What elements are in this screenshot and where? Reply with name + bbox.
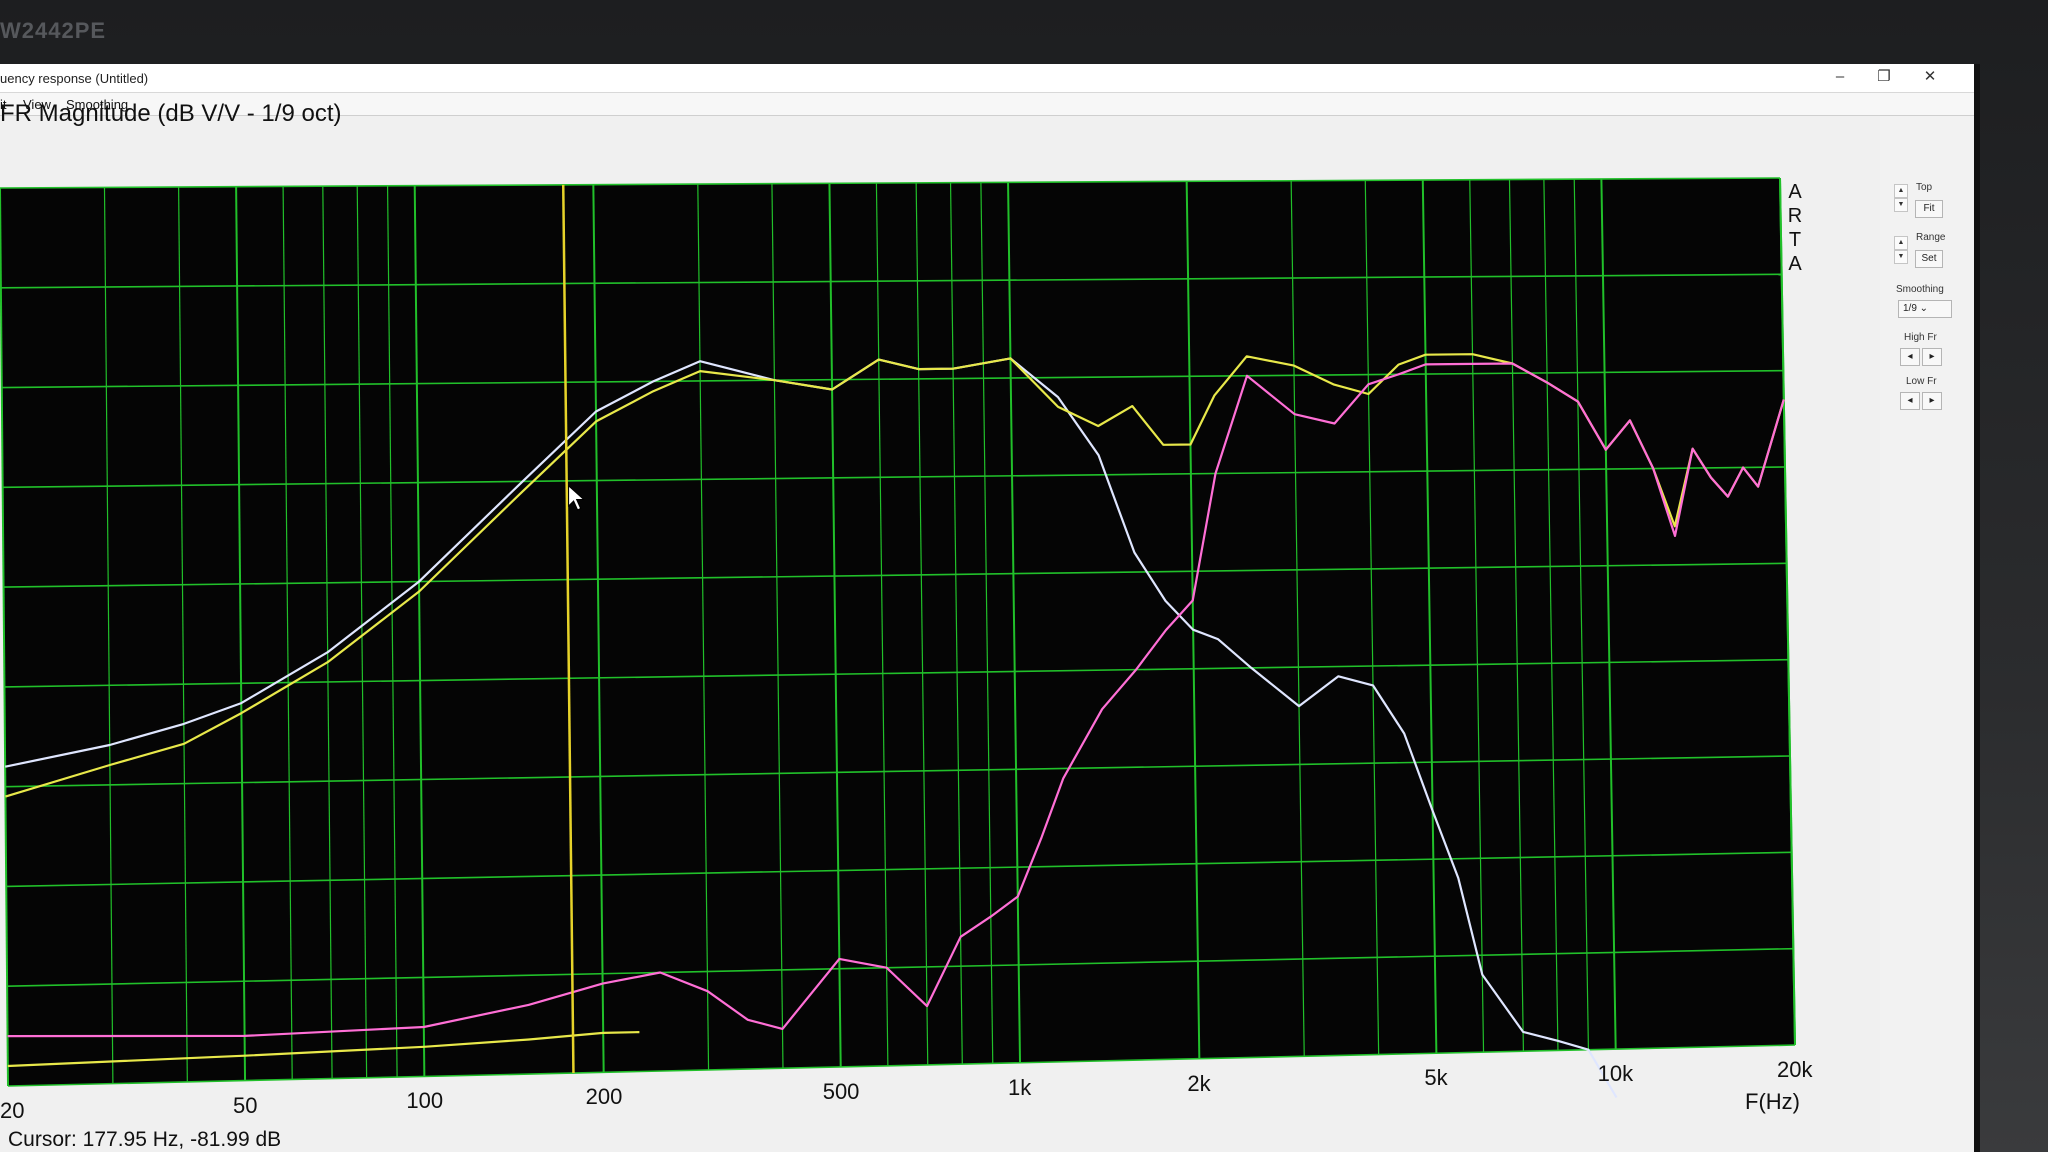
cursor-readout: Cursor: 177.95 Hz, -81.99 dB — [8, 1128, 282, 1151]
x-tick-label: 200 — [585, 1084, 623, 1110]
x-tick-label: 2k — [1187, 1070, 1211, 1096]
watermark-letter: A — [1788, 181, 1802, 203]
x-tick-label: 1k — [1008, 1074, 1032, 1100]
plot-background — [0, 178, 1795, 1086]
x-tick-label: 5k — [1424, 1065, 1448, 1091]
watermark-letter: R — [1787, 205, 1803, 227]
x-tick-label: 20 — [0, 1098, 25, 1123]
arta-watermark: A R T A — [1783, 180, 1807, 276]
x-axis-label: F(Hz) — [1745, 1089, 1800, 1114]
x-tick-label: 20k — [1777, 1057, 1813, 1082]
watermark-letter: T — [1788, 229, 1802, 251]
x-tick-label: 50 — [233, 1092, 258, 1118]
x-tick-label: 10k — [1597, 1061, 1634, 1087]
watermark-letter: A — [1788, 253, 1802, 275]
frequency-plot[interactable] — [0, 0, 2048, 1152]
x-tick-label: 500 — [822, 1078, 860, 1104]
x-tick-label: 100 — [406, 1088, 444, 1114]
